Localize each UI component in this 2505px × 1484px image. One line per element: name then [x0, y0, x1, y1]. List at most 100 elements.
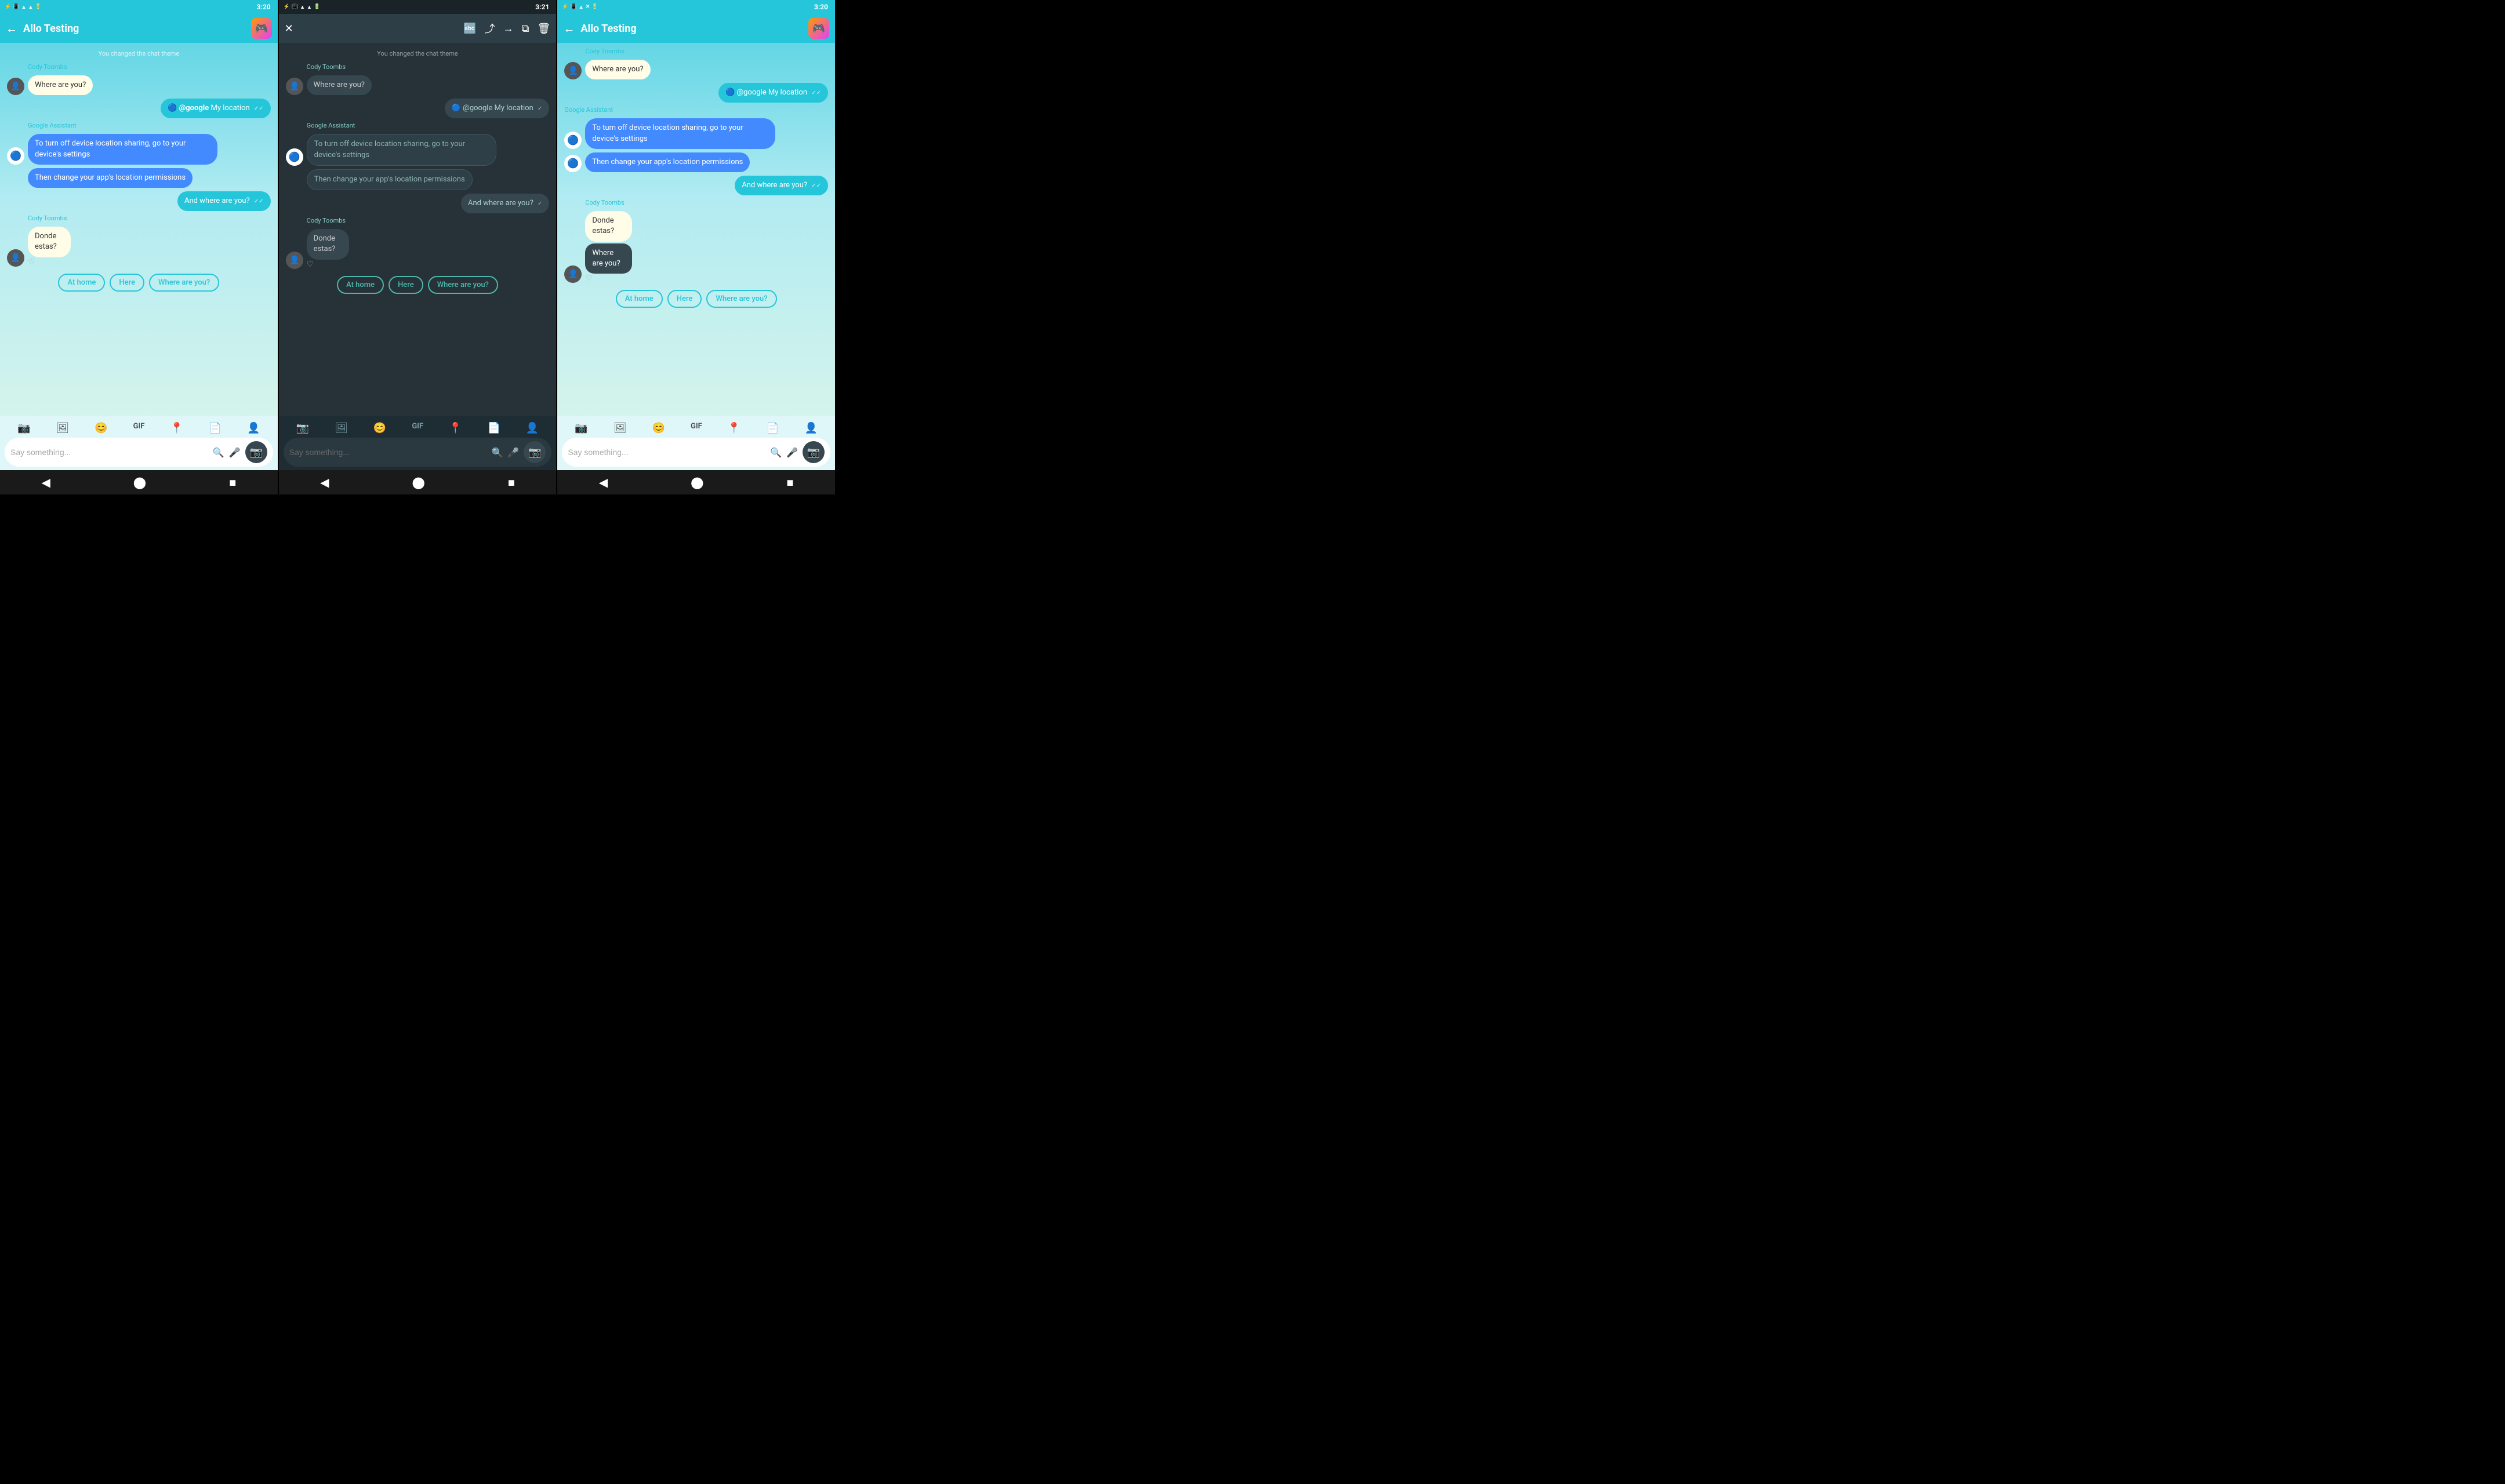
- chip-here-1[interactable]: Here: [110, 274, 144, 292]
- translate-icon-2[interactable]: 🔤: [463, 23, 476, 35]
- nav-back-1[interactable]: ◀: [41, 475, 50, 489]
- text-input-1[interactable]: [10, 448, 208, 457]
- system-message-2: You changed the chat theme: [286, 50, 550, 57]
- mic-icon-3[interactable]: 🎤: [786, 447, 798, 458]
- contact-icon-3[interactable]: 👤: [805, 422, 818, 434]
- mic-icon-1[interactable]: 🎤: [229, 447, 241, 458]
- input-icons-3: 📷 🖼 😊 GIF 📍 📄 👤: [562, 420, 830, 438]
- send-button-1[interactable]: 📷: [245, 441, 267, 463]
- chip-here-3[interactable]: Here: [667, 290, 702, 308]
- status-bar-1: ⚡ 📳 ▲ ▲ 🔋 3:20: [0, 0, 278, 14]
- bottom-nav-2: ◀ ⬤ ■: [279, 470, 557, 494]
- image-icon-2[interactable]: 🖼: [335, 422, 348, 434]
- battery-icon-3: 🔋: [591, 4, 598, 10]
- google-assistant-label-1: Google Assistant: [28, 122, 271, 129]
- checkmark-p3-2: ✓✓: [811, 183, 821, 189]
- heart-icon-1[interactable]: ♡: [28, 257, 87, 267]
- chat-body-2: You changed the chat theme Cody Toombs 👤…: [279, 43, 557, 416]
- chip-where-2[interactable]: Where are you?: [428, 276, 498, 294]
- sent-text-2: And where are you?: [184, 197, 250, 205]
- msg-row-ga-p3-2: 🔵 Then change your app's location permis…: [564, 152, 828, 172]
- file-icon-3[interactable]: 📄: [766, 422, 779, 434]
- chip-here-2[interactable]: Here: [389, 276, 423, 294]
- file-icon-2[interactable]: 📄: [488, 422, 500, 434]
- delete-icon-2[interactable]: 🗑: [537, 23, 550, 35]
- emoji-search-icon-1[interactable]: 🔍: [213, 447, 224, 458]
- location-icon-2[interactable]: 📍: [449, 422, 462, 434]
- text-input-2[interactable]: [289, 448, 487, 457]
- share-icon-2[interactable]: ⤴: [485, 21, 495, 36]
- camera-icon-2[interactable]: 📷: [296, 422, 309, 434]
- copy-icon-2[interactable]: ⧉: [522, 23, 529, 35]
- status-time-1: 3:20: [257, 3, 271, 11]
- chip-where-1[interactable]: Where are you?: [149, 274, 219, 292]
- sender-name: Cody Toombs: [28, 63, 271, 71]
- sent-text-d2: And where are you?: [468, 199, 533, 208]
- camera-icon-1[interactable]: 📷: [17, 422, 30, 434]
- bubble-assistant-1: To turn off device location sharing, go …: [28, 134, 217, 164]
- chat-header-3: ← Allo Testing 🎮: [557, 14, 835, 43]
- contact-icon-2[interactable]: 👤: [526, 422, 539, 434]
- location-icon-3[interactable]: 📍: [728, 422, 740, 434]
- nav-home-2[interactable]: ⬤: [412, 475, 424, 489]
- avatar-cody-d2: 👤: [286, 252, 303, 269]
- gif-icon-3[interactable]: GIF: [691, 422, 702, 434]
- ga-icon-p3-1: 🔵: [564, 132, 582, 149]
- chip-at-home-2[interactable]: At home: [337, 276, 384, 294]
- emoji-icon-2[interactable]: 😊: [373, 422, 386, 434]
- send-button-3[interactable]: 📷: [803, 441, 825, 463]
- mic-icon-2[interactable]: 🎤: [507, 447, 519, 458]
- file-icon-1[interactable]: 📄: [209, 422, 222, 434]
- google-at-d: @google My location: [463, 104, 533, 112]
- chip-at-home-3[interactable]: At home: [616, 290, 663, 308]
- close-button-2[interactable]: ✕: [285, 23, 293, 35]
- nav-back-2[interactable]: ◀: [320, 475, 329, 489]
- sender-name-cody-2: Cody Toombs: [28, 214, 271, 222]
- heart-icon-p3[interactable]: ♡: [585, 274, 650, 283]
- bubble-col: Donde estas? ♡: [28, 227, 87, 266]
- nav-recent-3[interactable]: ■: [786, 475, 793, 490]
- nav-recent-2[interactable]: ■: [508, 475, 515, 490]
- nav-recent-1[interactable]: ■: [229, 475, 236, 490]
- nav-back-3[interactable]: ◀: [599, 475, 608, 489]
- google-at-p3: @google My location: [736, 88, 807, 97]
- send-button-2[interactable]: 📷: [524, 441, 546, 463]
- back-button-1[interactable]: ←: [6, 21, 17, 36]
- image-icon-1[interactable]: 🖼: [56, 422, 69, 434]
- wifi-icon-3: ▲: [579, 4, 584, 10]
- bottom-nav-1: ◀ ⬤ ■: [0, 470, 278, 494]
- bubble-received-2: Donde estas?: [28, 227, 71, 257]
- input-icons-2: 📷 🖼 😊 GIF 📍 📄 👤: [284, 420, 552, 438]
- sender-cody-p3-2: Cody Toombs: [585, 199, 828, 206]
- text-input-3[interactable]: [568, 448, 765, 457]
- phone-panel-3: ⚡ 📳 ▲ ✕ 🔋 3:20 ← Allo Testing 🎮 Cody Too…: [557, 0, 835, 494]
- quick-replies-3: At home Here Where are you?: [564, 286, 828, 311]
- gif-icon-2[interactable]: GIF: [412, 422, 423, 434]
- emoji-icon-1[interactable]: 😊: [95, 422, 107, 434]
- heart-icon-d[interactable]: ♡: [307, 260, 366, 269]
- bubble-sent-google: 🔵 @google My location ✓✓: [161, 99, 270, 118]
- forward-icon-2[interactable]: →: [503, 23, 514, 35]
- camera-icon-3[interactable]: 📷: [575, 422, 587, 434]
- bubble-sent-d1: 🔵 @google My location ✓: [445, 99, 550, 118]
- emoji-icon-3[interactable]: 😊: [652, 422, 665, 434]
- status-icons-1: ⚡ 📳 ▲ ▲ 🔋: [5, 4, 42, 10]
- phone-panel-2: ⚡ 📳 ▲ ▲ 🔋 3:21 ✕ 🔤 ⤴ → ⧉ 🗑 You changed t…: [279, 0, 557, 494]
- msg-row-p3-1: 👤 Where are you?: [564, 60, 828, 79]
- gif-icon-1[interactable]: GIF: [133, 422, 145, 434]
- emoji-search-icon-2[interactable]: 🔍: [492, 447, 503, 458]
- bubble-sent-d2: And where are you? ✓: [461, 194, 549, 213]
- contact-icon-1[interactable]: 👤: [247, 422, 260, 434]
- chip-where-3[interactable]: Where are you?: [706, 290, 776, 308]
- nosignal-icon-3: ✕: [586, 4, 590, 10]
- emoji-search-icon-3[interactable]: 🔍: [770, 447, 782, 458]
- msg-row-ga-d2: Then change your app's location permissi…: [286, 169, 550, 190]
- chip-at-home-1[interactable]: At home: [58, 274, 105, 292]
- avatar-cody-p3-2: 👤: [564, 265, 582, 283]
- location-icon-1[interactable]: 📍: [170, 422, 183, 434]
- nav-home-3[interactable]: ⬤: [691, 475, 703, 489]
- vibrate-icon-2: 📳: [292, 4, 298, 10]
- nav-home-1[interactable]: ⬤: [133, 475, 146, 489]
- image-icon-3[interactable]: 🖼: [613, 422, 627, 434]
- back-button-3[interactable]: ←: [563, 21, 575, 36]
